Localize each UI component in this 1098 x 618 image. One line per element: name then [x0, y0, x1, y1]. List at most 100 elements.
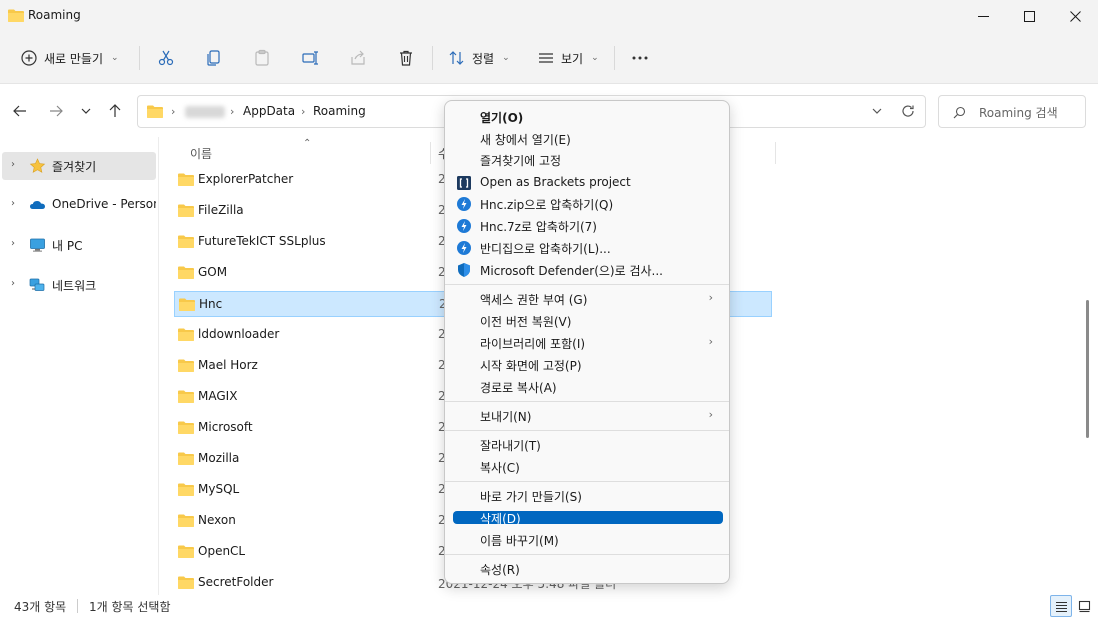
tiles-view-button[interactable]	[1073, 595, 1095, 617]
title-bar: Roaming	[0, 0, 1098, 32]
cloud-icon	[30, 201, 45, 209]
expand-chevron-icon[interactable]: ›	[11, 278, 15, 289]
menu-item-label: 라이브러리에 포함(I)	[480, 337, 586, 351]
column-divider[interactable]	[430, 142, 431, 164]
bandizip-icon	[456, 240, 472, 256]
menu-item-9[interactable]: 이전 버전 복원(V)	[453, 310, 723, 332]
delete-button[interactable]	[397, 44, 415, 72]
folder-icon	[179, 298, 195, 311]
more-options-button[interactable]	[631, 44, 649, 72]
menu-item-1[interactable]: 새 창에서 열기(E)	[453, 128, 723, 150]
window-title: Roaming	[28, 8, 81, 22]
menu-item-10[interactable]: 라이브러리에 포함(I) ›	[453, 332, 723, 354]
forward-button[interactable]	[45, 99, 67, 123]
menu-item-19[interactable]: 속성(R)	[453, 558, 723, 580]
details-view-button[interactable]	[1050, 595, 1072, 617]
folder-icon	[178, 483, 194, 496]
redacted-username	[185, 106, 225, 118]
refresh-icon[interactable]	[901, 104, 915, 118]
file-name: MAGIX	[198, 389, 238, 403]
arrow-right-icon	[50, 105, 63, 117]
breadcrumb-chevron-icon: ›	[301, 105, 306, 118]
sidebar-item-network[interactable]: › 네트워크	[2, 271, 156, 299]
file-name: GOM	[198, 265, 228, 279]
menu-item-label: 경로로 복사(A)	[480, 381, 557, 395]
menu-item-18[interactable]: 이름 바꾸기(M)	[453, 529, 723, 551]
chevron-down-icon	[81, 108, 91, 114]
expand-chevron-icon[interactable]: ›	[11, 238, 15, 249]
search-box[interactable]: Roaming 검색	[938, 95, 1086, 128]
menu-item-13[interactable]: 보내기(N) ›	[453, 405, 723, 427]
up-button[interactable]	[104, 99, 126, 123]
sidebar-item-this-pc[interactable]: › 내 PC	[2, 231, 156, 259]
scissors-icon	[158, 50, 174, 66]
file-name: MySQL	[198, 482, 240, 496]
divider	[77, 599, 78, 613]
paste-button[interactable]	[253, 44, 271, 72]
menu-item-label: 이전 버전 복원(V)	[480, 315, 572, 329]
vertical-scrollbar[interactable]	[1086, 300, 1089, 438]
menu-item-17[interactable]: 삭제(D)	[453, 511, 723, 526]
menu-separator	[445, 554, 729, 555]
menu-item-12[interactable]: 경로로 복사(A)	[453, 376, 723, 398]
file-name: FutureTekICT SSLplus	[198, 234, 326, 248]
search-icon	[953, 106, 966, 119]
folder-icon	[178, 235, 194, 248]
menu-item-label: Open as Brackets project	[480, 175, 631, 189]
back-button[interactable]	[9, 99, 31, 123]
menu-item-5[interactable]: Hnc.7z로 압축하기(7)	[453, 215, 723, 237]
cut-button[interactable]	[157, 44, 175, 72]
view-button[interactable]: 보기 ⌄	[537, 44, 599, 72]
defender-shield-icon	[456, 262, 472, 278]
menu-item-4[interactable]: Hnc.zip으로 압축하기(Q)	[453, 193, 723, 215]
column-divider[interactable]	[775, 142, 776, 164]
menu-item-label: 이름 바꾸기(M)	[480, 534, 559, 548]
divider	[139, 46, 140, 70]
menu-item-7[interactable]: Microsoft Defender(으)로 검사...	[453, 259, 723, 281]
menu-item-label: 액세스 권한 부여 (G)	[480, 293, 588, 307]
menu-item-15[interactable]: 복사(C)	[453, 456, 723, 478]
minimize-button[interactable]	[960, 0, 1006, 32]
pc-icon	[30, 238, 45, 252]
expand-chevron-icon[interactable]: ›	[11, 159, 15, 170]
new-button-label: 새로 만들기	[44, 51, 104, 66]
menu-item-2[interactable]: 즐겨찾기에 고정	[453, 149, 723, 171]
breadcrumb-appdata[interactable]: AppData	[243, 104, 295, 118]
new-button[interactable]: 새로 만들기 ⌄	[20, 44, 119, 72]
column-name[interactable]: 이름	[190, 145, 212, 162]
menu-item-label: Hnc.7z로 압축하기(7)	[480, 220, 597, 234]
menu-item-16[interactable]: 바로 가기 만들기(S)	[453, 485, 723, 507]
menu-item-label: 삭제(D)	[480, 512, 521, 526]
chevron-down-icon: ⌄	[591, 53, 599, 63]
sidebar-item-label: 네트워크	[52, 279, 97, 293]
sort-button[interactable]: 정렬 ⌄	[448, 44, 510, 72]
menu-item-0[interactable]: 열기(O)	[453, 106, 723, 128]
close-button[interactable]	[1052, 0, 1098, 32]
paste-icon	[255, 49, 269, 66]
bandizip-icon	[456, 218, 472, 234]
sidebar-item-favorites[interactable]: › 즐겨찾기	[2, 152, 156, 180]
copy-button[interactable]	[205, 44, 223, 72]
recent-locations-button[interactable]	[75, 99, 97, 123]
menu-item-3[interactable]: Open as Brackets project	[453, 172, 723, 194]
maximize-button[interactable]	[1006, 0, 1052, 32]
folder-icon	[178, 204, 194, 217]
submenu-chevron-icon: ›	[708, 335, 713, 348]
sidebar-item-onedrive[interactable]: › OneDrive - Persona	[2, 191, 156, 219]
expand-chevron-icon[interactable]: ›	[11, 198, 15, 209]
menu-item-14[interactable]: 잘라내기(T)	[453, 434, 723, 456]
file-name: Nexon	[198, 513, 236, 527]
more-icon	[632, 56, 648, 60]
folder-icon	[178, 173, 194, 186]
rename-button[interactable]	[301, 44, 319, 72]
plus-circle-icon	[21, 50, 37, 66]
menu-item-6[interactable]: 반디집으로 압축하기(L)...	[453, 237, 723, 259]
menu-item-label: 속성(R)	[480, 563, 520, 577]
file-name: OpenCL	[198, 544, 246, 558]
menu-item-11[interactable]: 시작 화면에 고정(P)	[453, 354, 723, 376]
share-button[interactable]	[349, 44, 367, 72]
menu-item-8[interactable]: 액세스 권한 부여 (G) ›	[453, 288, 723, 310]
menu-item-label: Hnc.zip으로 압축하기(Q)	[480, 198, 614, 212]
breadcrumb-roaming[interactable]: Roaming	[313, 104, 366, 118]
chevron-down-icon[interactable]	[871, 105, 883, 117]
